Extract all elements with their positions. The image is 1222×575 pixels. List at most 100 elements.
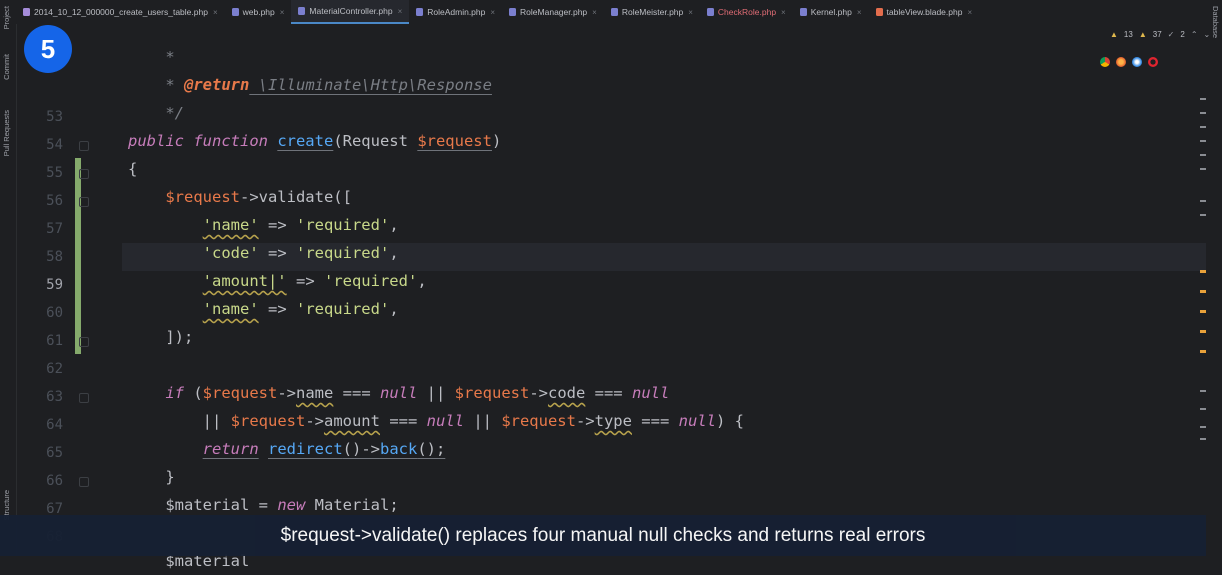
- close-tab-icon[interactable]: ×: [592, 8, 597, 17]
- line-number[interactable]: 53: [17, 109, 63, 125]
- tool-window-commit[interactable]: Commit: [2, 54, 11, 80]
- tool-window-database[interactable]: Database: [1211, 6, 1220, 38]
- close-tab-icon[interactable]: ×: [688, 8, 693, 17]
- code-token: ()->: [342, 440, 380, 458]
- stripe-mark[interactable]: [1200, 126, 1206, 128]
- code-line[interactable]: 'amount|' => 'required',: [128, 267, 427, 295]
- fold-toggle-icon[interactable]: [79, 141, 89, 151]
- stripe-mark[interactable]: [1200, 112, 1206, 114]
- fold-toggle-icon[interactable]: [79, 337, 89, 347]
- line-number[interactable]: 64: [17, 417, 63, 433]
- close-tab-icon[interactable]: ×: [857, 8, 862, 17]
- stripe-mark[interactable]: [1200, 408, 1206, 410]
- stripe-mark[interactable]: [1200, 270, 1206, 273]
- code-line[interactable]: return redirect()->back();: [128, 435, 446, 463]
- stripe-mark[interactable]: [1200, 154, 1206, 156]
- code-line[interactable]: public function create(Request $request): [128, 127, 501, 155]
- code-line[interactable]: }: [128, 463, 174, 491]
- editor-tab[interactable]: RoleManager.php ×: [502, 0, 604, 24]
- code-token: ||: [417, 384, 455, 402]
- code-line[interactable]: if ($request->name === null || $request-…: [128, 379, 669, 407]
- editor-tab[interactable]: web.php ×: [225, 0, 292, 24]
- vcs-change-marker[interactable]: [75, 158, 81, 354]
- stripe-mark[interactable]: [1200, 310, 1206, 313]
- code-line[interactable]: * @return \Illuminate\Http\Response: [128, 71, 492, 99]
- stripe-mark[interactable]: [1200, 168, 1206, 170]
- close-tab-icon[interactable]: ×: [967, 8, 972, 17]
- stripe-mark[interactable]: [1200, 330, 1206, 333]
- error-stripe[interactable]: [1200, 90, 1206, 450]
- code-line[interactable]: 'code' => 'required',: [128, 239, 399, 267]
- close-tab-icon[interactable]: ×: [213, 8, 218, 17]
- close-tab-icon[interactable]: ×: [490, 8, 495, 17]
- tool-window-project[interactable]: Project: [2, 6, 11, 29]
- line-number[interactable]: 56: [17, 193, 63, 209]
- line-number[interactable]: 63: [17, 389, 63, 405]
- editor-tab[interactable]: Kernel.php ×: [793, 0, 869, 24]
- code-token: ,: [389, 216, 399, 234]
- chevron-up-icon[interactable]: ⌃: [1191, 30, 1198, 39]
- stripe-mark[interactable]: [1200, 98, 1206, 100]
- stripe-mark[interactable]: [1200, 390, 1206, 392]
- line-number[interactable]: 65: [17, 445, 63, 461]
- editor-tab[interactable]: 2014_10_12_000000_create_users_table.php…: [16, 0, 225, 24]
- code-token: null: [631, 384, 670, 402]
- editor-tab-label: RoleMeister.php: [621, 7, 684, 17]
- stripe-mark[interactable]: [1200, 200, 1206, 202]
- safari-icon[interactable]: [1132, 57, 1142, 67]
- editor-tab[interactable]: RoleAdmin.php ×: [409, 0, 502, 24]
- line-number[interactable]: 62: [17, 361, 63, 377]
- fold-toggle-icon[interactable]: [79, 393, 89, 403]
- code-line[interactable]: 'name' => 'required',: [128, 211, 399, 239]
- opera-icon[interactable]: [1148, 57, 1158, 67]
- code-line[interactable]: */: [128, 99, 184, 127]
- line-number[interactable]: 57: [17, 221, 63, 237]
- firefox-icon[interactable]: [1116, 57, 1126, 67]
- chevron-down-icon[interactable]: ⌄: [1204, 30, 1211, 39]
- line-number[interactable]: 60: [17, 305, 63, 321]
- close-tab-icon[interactable]: ×: [280, 8, 285, 17]
- line-number[interactable]: 59: [17, 277, 63, 293]
- stripe-mark[interactable]: [1200, 290, 1206, 293]
- code-line[interactable]: {: [128, 155, 137, 183]
- inspection-widget[interactable]: ▲ 13 ▲ 37 ✓ 2 ⌃ ⌄: [1110, 30, 1210, 39]
- close-tab-icon[interactable]: ×: [781, 8, 786, 17]
- fold-toggle-icon[interactable]: [79, 477, 89, 487]
- editor-tab[interactable]: tableView.blade.php ×: [869, 0, 980, 24]
- stripe-mark[interactable]: [1200, 438, 1206, 440]
- php-file-icon: [231, 8, 239, 16]
- code-line[interactable]: ]);: [128, 323, 193, 351]
- stripe-mark[interactable]: [1200, 426, 1206, 428]
- code-token: type: [594, 412, 632, 430]
- stripe-mark[interactable]: [1200, 350, 1206, 353]
- fold-toggle-icon[interactable]: [79, 169, 89, 179]
- code-token: amount: [323, 412, 380, 430]
- editor-tab[interactable]: MaterialController.php ×: [291, 0, 410, 24]
- fold-toggle-icon[interactable]: [79, 197, 89, 207]
- editor-tab[interactable]: CheckRole.php ×: [700, 0, 793, 24]
- stripe-mark[interactable]: [1200, 214, 1206, 216]
- close-tab-icon[interactable]: ×: [398, 7, 403, 16]
- tool-window-pull-requests[interactable]: Pull Requests: [2, 110, 11, 156]
- code-line[interactable]: 'name' => 'required',: [128, 295, 399, 323]
- line-number[interactable]: 58: [17, 249, 63, 265]
- editor-tab[interactable]: RoleMeister.php ×: [604, 0, 700, 24]
- line-number[interactable]: 54: [17, 137, 63, 153]
- code-line[interactable]: $request->validate([: [128, 183, 352, 211]
- code-token: name: [296, 384, 334, 402]
- line-number[interactable]: 55: [17, 165, 63, 181]
- stripe-mark[interactable]: [1200, 140, 1206, 142]
- code-line[interactable]: *: [128, 43, 184, 71]
- code-line[interactable]: || $request->amount === null || $request…: [128, 407, 744, 435]
- code-token: ||: [463, 412, 502, 430]
- line-number[interactable]: 66: [17, 473, 63, 489]
- line-number[interactable]: 61: [17, 333, 63, 349]
- chrome-icon[interactable]: [1100, 57, 1110, 67]
- code-token: ->: [277, 384, 296, 402]
- code-editor[interactable]: * * @return \Illuminate\Http\Response */…: [122, 24, 1206, 570]
- code-token: =: [249, 496, 278, 514]
